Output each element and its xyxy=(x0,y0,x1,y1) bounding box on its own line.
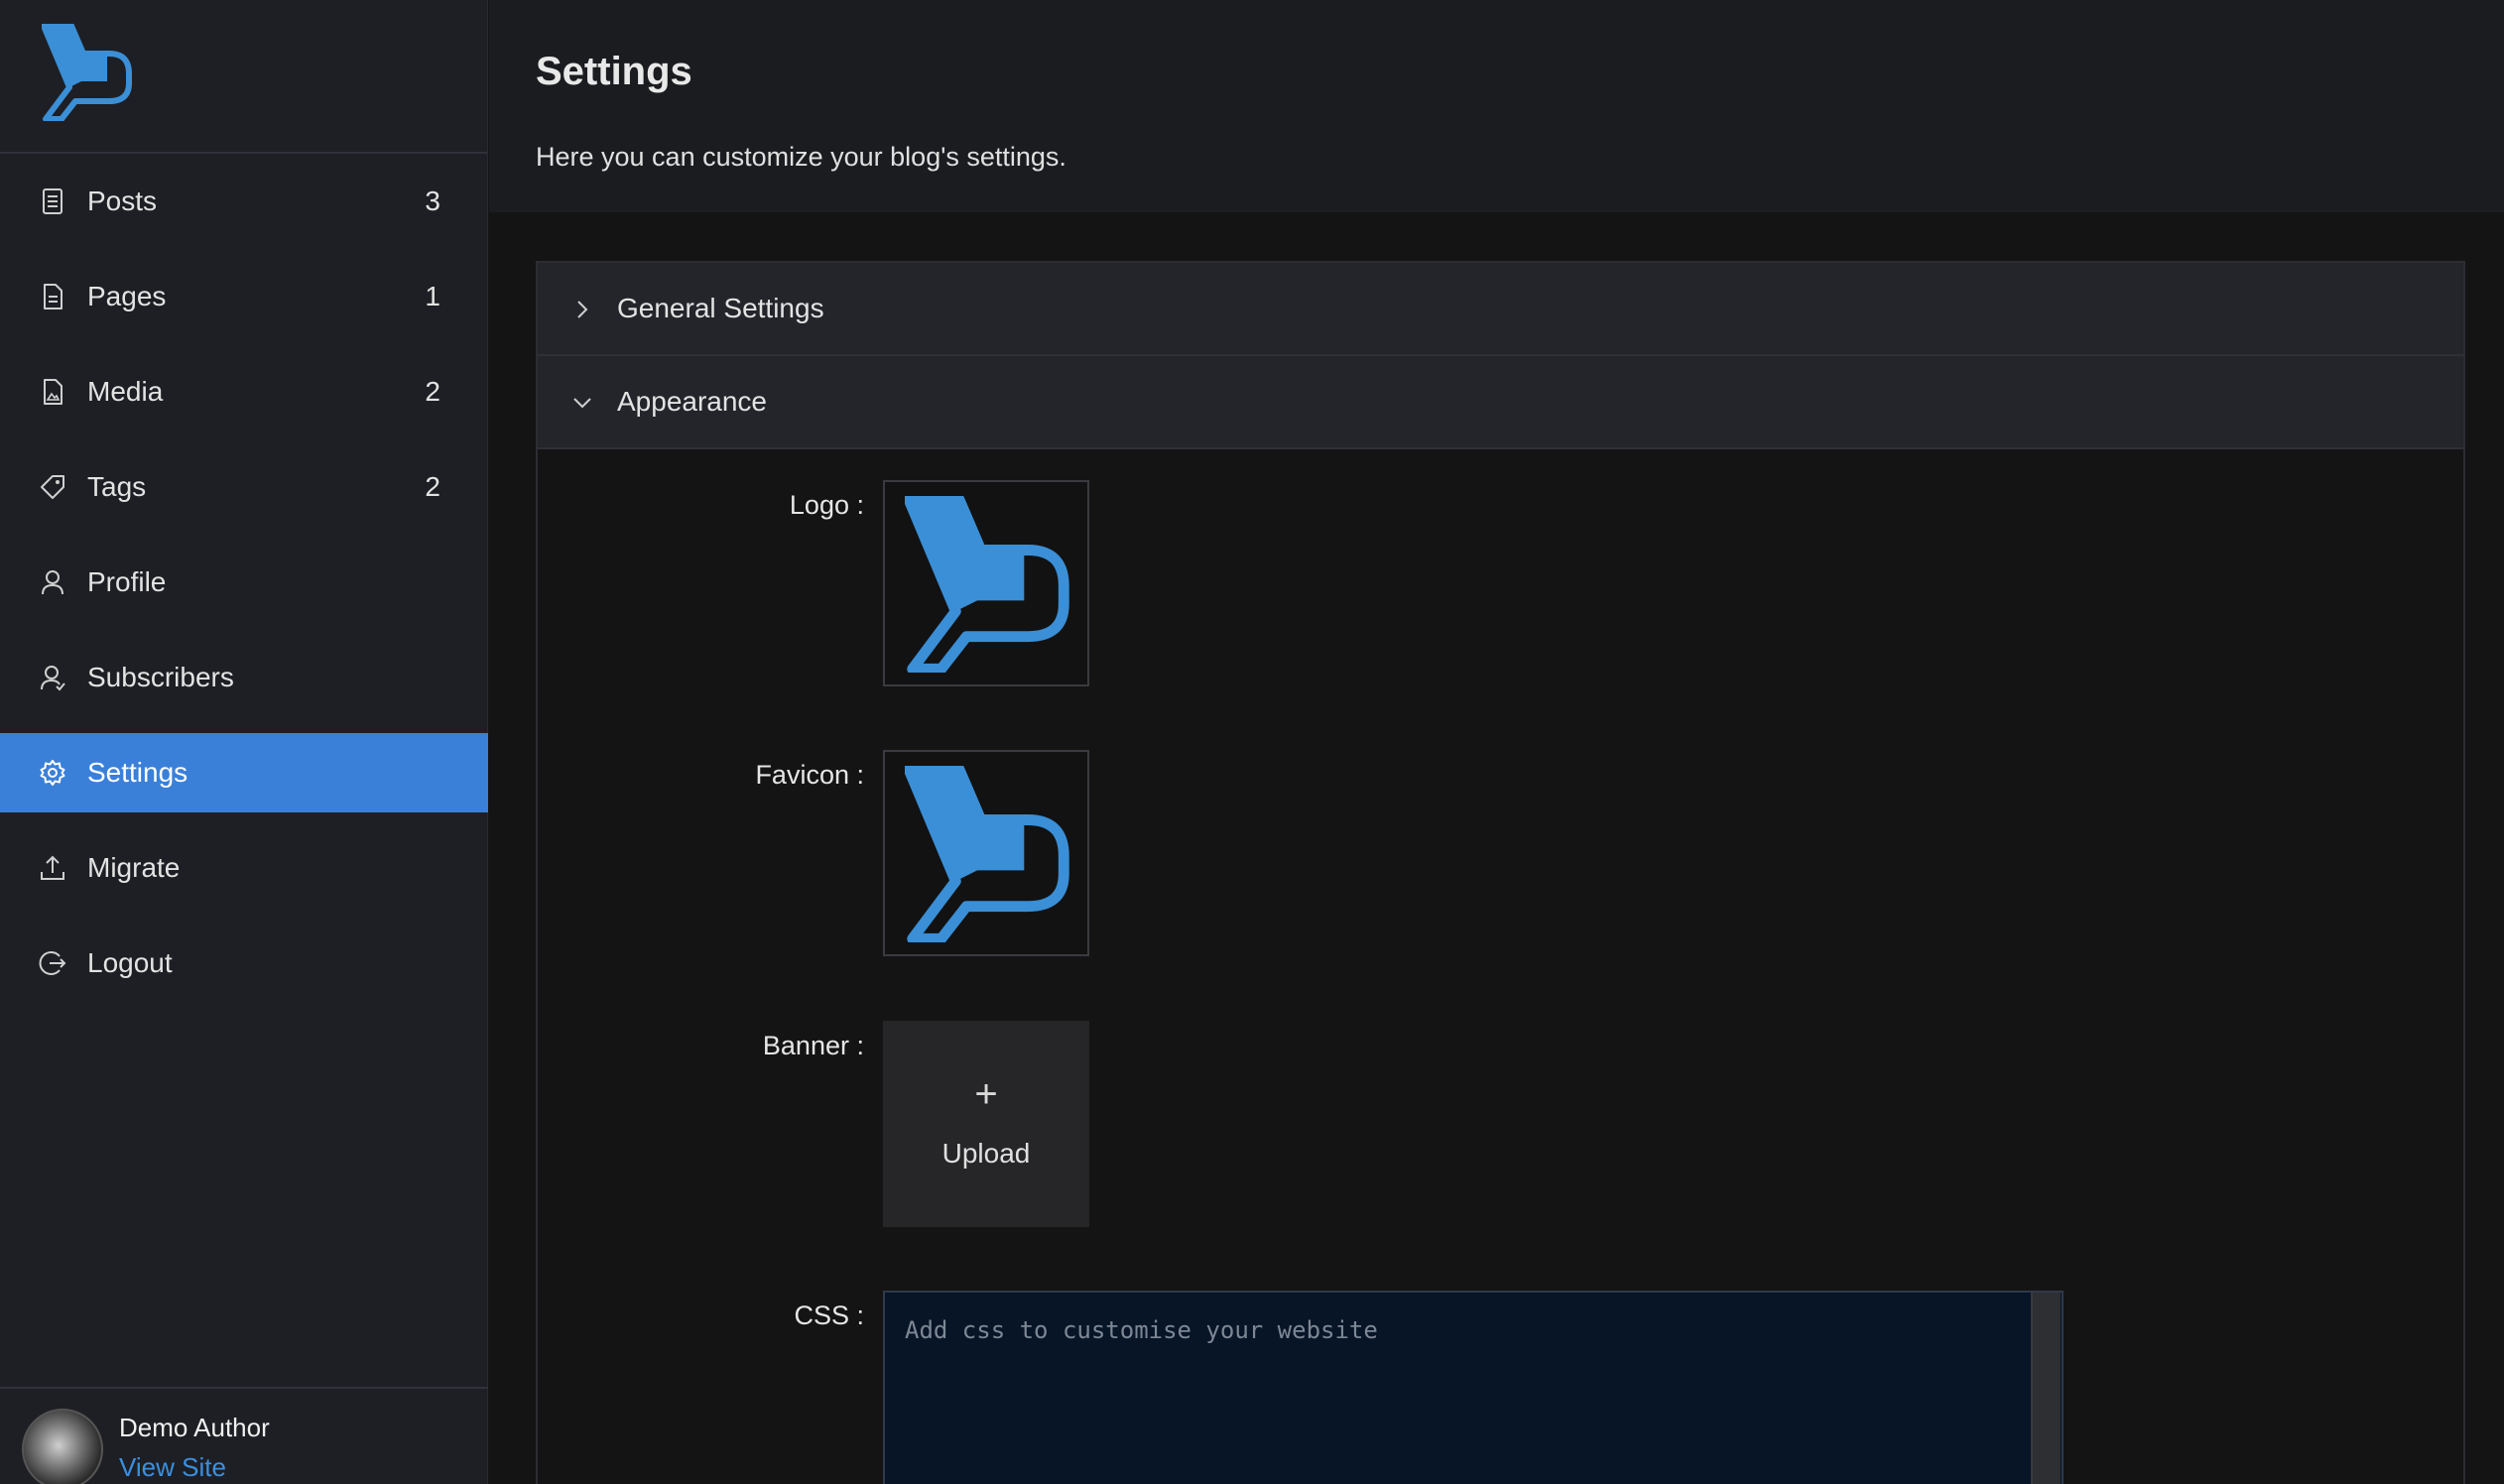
favicon-upload[interactable] xyxy=(883,750,1089,956)
sidebar-item-label: Migrate xyxy=(87,852,181,883)
document-list-icon xyxy=(38,186,67,216)
logout-icon xyxy=(38,948,67,978)
author-name: Demo Author xyxy=(119,1413,270,1442)
plus-icon: + xyxy=(974,1072,998,1116)
page-subtitle: Here you can customize your blog's setti… xyxy=(536,142,1066,172)
appearance-label: Appearance xyxy=(617,386,768,417)
sidebar-item-migrate[interactable]: Migrate xyxy=(0,828,488,908)
avatar[interactable] xyxy=(22,1409,103,1484)
favicon-icon xyxy=(905,766,1069,942)
general-settings-header[interactable]: General Settings xyxy=(538,263,2463,356)
sidebar-item-count: 3 xyxy=(425,186,440,216)
sidebar-item-label: Subscribers xyxy=(87,662,234,692)
brand-header xyxy=(0,0,487,154)
settings-panel: General Settings Appearance Logo : Favic… xyxy=(536,261,2465,1484)
tag-icon xyxy=(38,472,67,502)
upload-label: Upload xyxy=(941,1138,1031,1169)
sidebar-item-logout[interactable]: Logout xyxy=(0,924,488,1003)
sidebar-item-pages[interactable]: Pages 1 xyxy=(0,257,488,336)
sidebar-item-media[interactable]: Media 2 xyxy=(0,352,488,432)
sidebar-item-tags[interactable]: Tags 2 xyxy=(0,447,488,527)
sidebar-item-subscribers[interactable]: Subscribers xyxy=(0,638,488,717)
banner-label: Banner : xyxy=(762,1031,864,1060)
user-footer: Demo Author View Site xyxy=(0,1387,488,1484)
sidebar-item-label: Tags xyxy=(87,471,147,502)
logo-upload[interactable] xyxy=(883,480,1089,686)
sidebar-item-count: 2 xyxy=(425,471,440,502)
logo-label: Logo : xyxy=(789,490,864,520)
upload-icon xyxy=(38,853,67,883)
gear-icon xyxy=(38,758,67,788)
user-icon xyxy=(38,567,67,597)
sidebar-item-label: Posts xyxy=(87,186,158,216)
sidebar-item-settings[interactable]: Settings xyxy=(0,733,488,812)
app-logo-icon[interactable] xyxy=(42,24,133,121)
css-scrollbar[interactable] xyxy=(2031,1293,2061,1484)
view-site-link[interactable]: View Site xyxy=(119,1452,226,1483)
sidebar: Posts 3 Pages 1 Media 2 Tags 2 Profile S… xyxy=(0,0,488,1484)
sidebar-item-label: Logout xyxy=(87,947,173,978)
users-icon xyxy=(38,663,67,692)
general-settings-label: General Settings xyxy=(617,293,824,323)
main-content: Settings Here you can customize your blo… xyxy=(489,0,2504,1484)
sidebar-item-count: 2 xyxy=(425,376,440,407)
favicon-label: Favicon : xyxy=(755,760,864,790)
chevron-right-icon xyxy=(569,297,595,322)
sidebar-item-label: Settings xyxy=(87,757,188,788)
css-label: CSS : xyxy=(794,1300,864,1330)
sidebar-item-posts[interactable]: Posts 3 xyxy=(0,162,488,241)
sidebar-item-label: Profile xyxy=(87,566,167,597)
blog-logo-icon xyxy=(905,496,1069,673)
sidebar-item-label: Media xyxy=(87,376,164,407)
sidebar-item-label: Pages xyxy=(87,281,167,311)
sidebar-item-profile[interactable]: Profile xyxy=(0,543,488,622)
chevron-down-icon xyxy=(569,390,595,416)
page-title: Settings xyxy=(536,50,692,93)
banner-upload-button[interactable]: + Upload xyxy=(883,1021,1089,1227)
page-header: Settings Here you can customize your blo… xyxy=(489,0,2504,212)
sidebar-item-count: 1 xyxy=(425,281,440,311)
image-file-icon xyxy=(38,377,67,407)
appearance-header[interactable]: Appearance xyxy=(538,356,2463,449)
file-icon xyxy=(38,282,67,311)
css-textarea[interactable] xyxy=(883,1291,2064,1484)
